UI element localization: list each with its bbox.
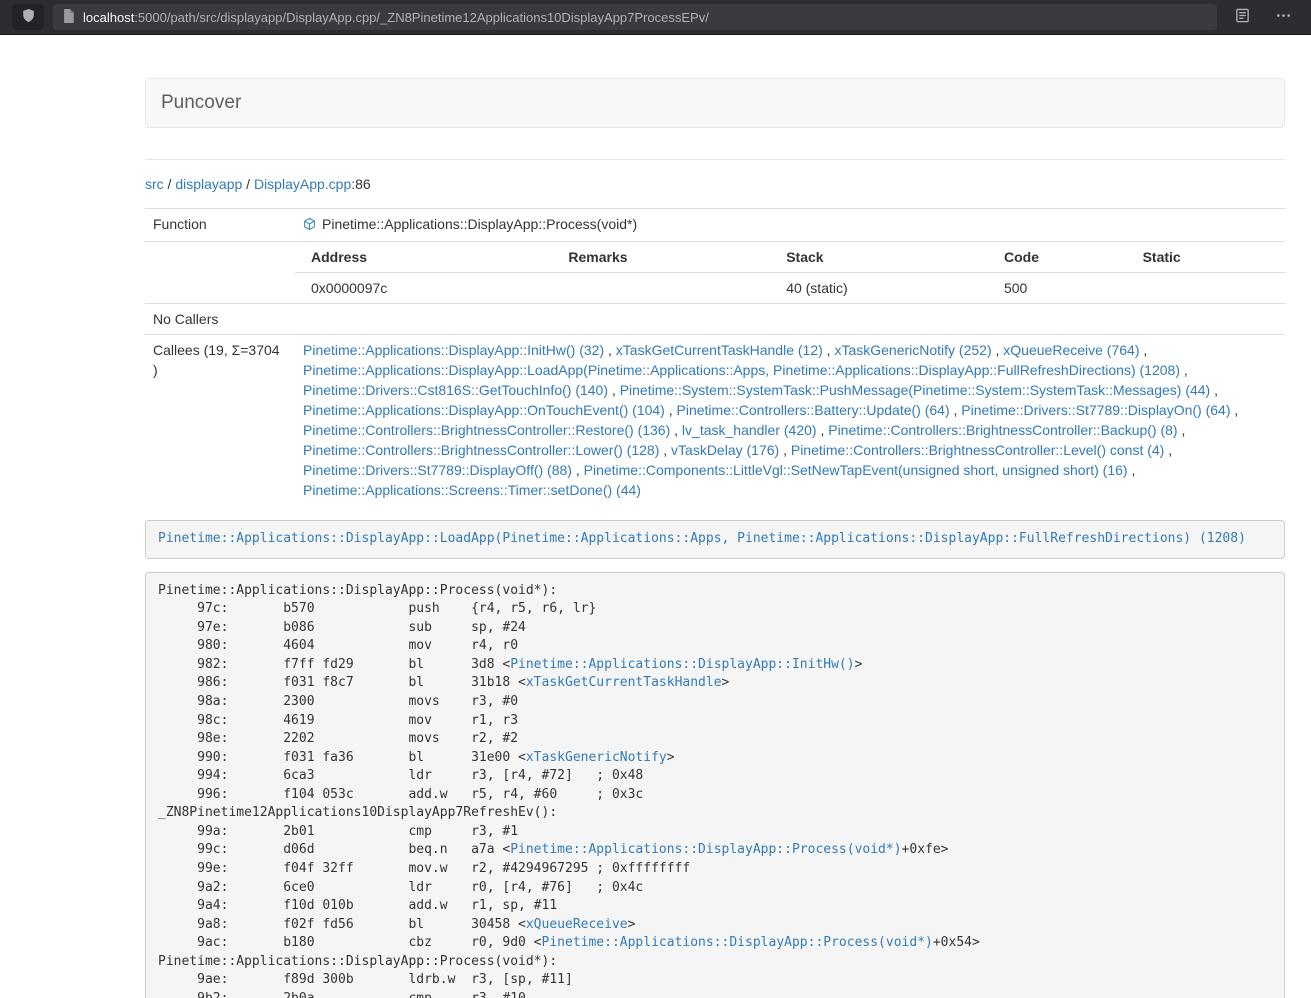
symbol-link[interactable]: xTaskGenericNotify [526, 750, 667, 765]
function-row: Function Pinetime::Applications::Display… [145, 209, 1285, 242]
metrics-row: Address Remarks Stack Code Static 0x0000… [145, 242, 1285, 304]
callee-link[interactable]: vTaskDelay (176) [671, 442, 779, 458]
stack-value: 40 (static) [770, 273, 988, 304]
breadcrumb-link[interactable]: DisplayApp.cpp [254, 176, 351, 192]
symbol-link[interactable]: xQueueReceive [526, 917, 628, 932]
breadcrumb: src / displayapp / DisplayApp.cpp:86 [145, 174, 1285, 194]
page-container: Puncover src / displayapp / DisplayApp.c… [145, 35, 1285, 998]
callee-link[interactable]: Pinetime::Applications::DisplayApp::OnTo… [303, 402, 665, 418]
symbol-link[interactable]: Pinetime::Applications::DisplayApp::Proc… [542, 935, 933, 950]
no-callers-row: No Callers [145, 304, 1285, 335]
no-callers-label: No Callers [145, 304, 295, 335]
callee-link[interactable]: Pinetime::Drivers::St7789::DisplayOn() (… [961, 402, 1230, 418]
reader-mode-button[interactable] [1226, 4, 1258, 30]
browser-chrome: localhost:5000/path/src/displayapp/Displ… [0, 0, 1311, 35]
callee-link[interactable]: Pinetime::Drivers::Cst816S::GetTouchInfo… [303, 382, 608, 398]
callee-link[interactable]: xQueueReceive (764) [1003, 342, 1139, 358]
kebab-menu-icon [1276, 8, 1291, 26]
function-name: Pinetime::Applications::DisplayApp::Proc… [322, 216, 637, 232]
breadcrumb-link[interactable]: src [145, 176, 164, 192]
tracking-shield-button[interactable] [12, 4, 44, 30]
symbol-link[interactable]: Pinetime::Applications::DisplayApp::Proc… [510, 842, 901, 857]
shield-icon [21, 8, 36, 26]
callee-link[interactable]: Pinetime::Controllers::BrightnessControl… [303, 422, 670, 438]
url-text: localhost:5000/path/src/displayapp/Displ… [83, 10, 709, 25]
code-value: 500 [988, 273, 1127, 304]
loadapp-snippet-block: Pinetime::Applications::DisplayApp::Load… [145, 520, 1285, 559]
address-value: 0x0000097c [295, 273, 552, 304]
callees-row: Callees (19, Σ=3704 ) Pinetime::Applicat… [145, 335, 1285, 506]
callee-link[interactable]: Pinetime::Applications::DisplayApp::Load… [303, 362, 1180, 378]
navbar: Puncover [145, 78, 1285, 128]
function-name-cell: Pinetime::Applications::DisplayApp::Proc… [295, 209, 1285, 242]
disassembly-block: Pinetime::Applications::DisplayApp::Proc… [145, 572, 1285, 998]
callees-label: Callees (19, Σ=3704 ) [145, 335, 295, 506]
divider [145, 159, 1285, 160]
callee-link[interactable]: xTaskGenericNotify (252) [834, 342, 991, 358]
callee-link[interactable]: xTaskGetCurrentTaskHandle (12) [616, 342, 823, 358]
function-info-table: Function Pinetime::Applications::Display… [145, 208, 1285, 505]
callee-link[interactable]: Pinetime::Components::LittleVgl::SetNewT… [584, 462, 1128, 478]
callee-link[interactable]: lv_task_handler (420) [682, 422, 817, 438]
no-callers-cell [295, 304, 1285, 335]
reader-icon [1235, 8, 1250, 26]
col-header-remarks: Remarks [552, 242, 770, 273]
url-bar[interactable]: localhost:5000/path/src/displayapp/Displ… [53, 4, 1217, 30]
callees-list: Pinetime::Applications::DisplayApp::Init… [295, 335, 1285, 506]
callee-link[interactable]: Pinetime::Controllers::BrightnessControl… [303, 442, 659, 458]
callee-link[interactable]: Pinetime::System::SystemTask::PushMessag… [620, 382, 1211, 398]
metrics-values-row: 0x0000097c 40 (static) 500 [295, 273, 1285, 304]
col-header-address: Address [295, 242, 552, 273]
col-header-stack: Stack [770, 242, 988, 273]
callee-link[interactable]: Pinetime::Applications::Screens::Timer::… [303, 482, 641, 498]
col-header-static: Static [1127, 242, 1285, 273]
col-header-code: Code [988, 242, 1127, 273]
metrics-row-spacer [145, 242, 295, 304]
symbol-link[interactable]: Pinetime::Applications::DisplayApp::Init… [510, 657, 854, 672]
brand-link[interactable]: Puncover [161, 92, 241, 114]
metrics-table: Address Remarks Stack Code Static 0x0000… [295, 242, 1285, 303]
url-path: :5000/path/src/displayapp/DisplayApp.cpp… [134, 10, 709, 25]
menu-button[interactable] [1267, 4, 1299, 30]
callee-link[interactable]: Pinetime::Controllers::BrightnessControl… [828, 422, 1177, 438]
callee-link[interactable]: Pinetime::Controllers::Battery::Update()… [677, 402, 950, 418]
callee-link[interactable]: Pinetime::Controllers::BrightnessControl… [791, 442, 1164, 458]
metrics-cell: Address Remarks Stack Code Static 0x0000… [295, 242, 1285, 304]
loadapp-link[interactable]: Pinetime::Applications::DisplayApp::Load… [158, 531, 1246, 546]
page-icon [62, 9, 75, 26]
url-host: localhost [83, 10, 134, 25]
remarks-value [552, 273, 770, 304]
callee-link[interactable]: Pinetime::Applications::DisplayApp::Init… [303, 342, 604, 358]
breadcrumb-link[interactable]: displayapp [175, 176, 242, 192]
function-label: Function [145, 209, 295, 242]
symbol-link[interactable]: xTaskGetCurrentTaskHandle [526, 675, 722, 690]
static-value [1127, 273, 1285, 304]
symbol-cube-icon [303, 216, 316, 236]
callee-link[interactable]: Pinetime::Drivers::St7789::DisplayOff() … [303, 462, 572, 478]
